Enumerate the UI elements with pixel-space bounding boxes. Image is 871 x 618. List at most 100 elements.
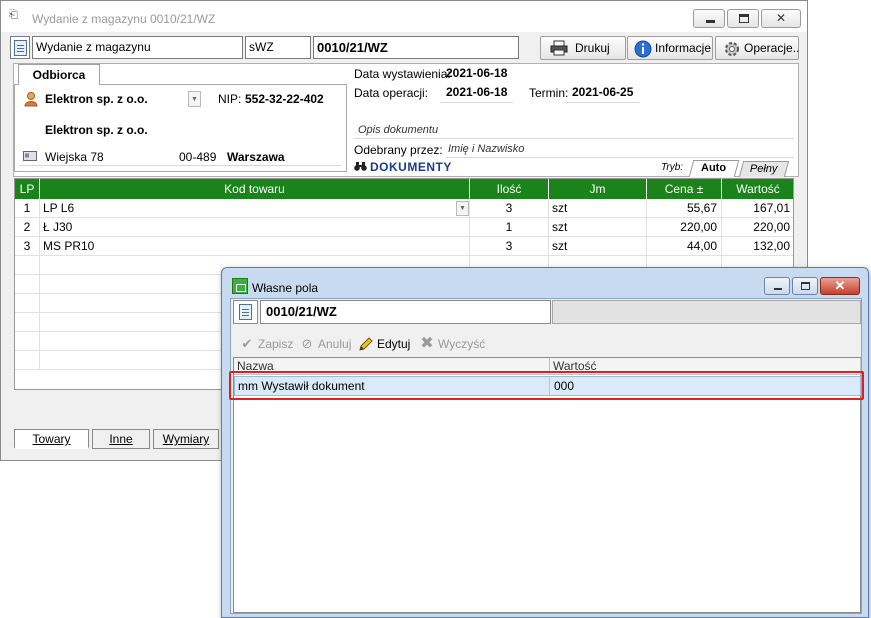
popup-close-button[interactable]: ✕ [820, 277, 860, 295]
empty-cell [15, 256, 40, 275]
clear-icon: ✖ [420, 335, 434, 352]
received-field[interactable]: Imię i Nazwisko [448, 143, 524, 155]
popup-maximize-button[interactable] [792, 277, 818, 295]
col-header-price[interactable]: Cena ± [647, 179, 722, 199]
row3-qty[interactable]: 3 [470, 237, 549, 256]
address-divider [19, 165, 341, 166]
empty-cell [15, 294, 40, 313]
col-header-value[interactable]: Wartość [722, 179, 793, 199]
col-header-unit[interactable]: Jm [549, 179, 647, 199]
row1-code-dropdown-icon[interactable]: ▼ [456, 201, 469, 216]
popup-doc-blank [552, 300, 861, 324]
empty-cell [15, 332, 40, 351]
col-header-code[interactable]: Kod towaru [40, 179, 470, 199]
minimize-icon [774, 288, 782, 290]
doc-type-icon-box [10, 36, 30, 59]
tab-goods[interactable]: Towary [14, 429, 89, 449]
issue-date[interactable]: 2021-06-18 [446, 66, 507, 80]
date-underline [441, 102, 513, 103]
person-icon [23, 91, 39, 110]
print-button[interactable]: Drukuj [540, 36, 626, 60]
close-button[interactable]: ✕ [761, 9, 801, 28]
info-label: Informacje [655, 41, 712, 55]
clear-button[interactable]: ✖ Wyczyść [419, 335, 485, 353]
maximize-button[interactable] [727, 9, 759, 28]
doc-type-field[interactable]: Wydanie z magazynu [32, 36, 243, 59]
empty-cell [15, 351, 40, 370]
postal-code: 00-489 [179, 150, 217, 164]
main-titlebar: ⎗ Wydanie z magazynu 0010/21/WZ ✕ [1, 1, 807, 32]
gear-icon [723, 40, 741, 56]
tab-mode-full[interactable]: Pełny [738, 161, 790, 177]
popup-doc-row: 0010/21/WZ [233, 300, 861, 324]
recipient-dropdown-icon[interactable]: ▼ [188, 91, 201, 107]
row2-unit[interactable]: szt [549, 218, 647, 237]
row2-price[interactable]: 220,00 [647, 218, 722, 237]
info-button[interactable]: Informacje [627, 36, 713, 60]
document-icon [14, 40, 27, 56]
popup-body: 0010/21/WZ ✔ Zapisz ⊘ Anuluj Edytuj ✖ Wy… [230, 298, 862, 614]
binoculars-icon [354, 161, 367, 175]
operations-button[interactable]: Operacje.. [715, 36, 799, 60]
popup-doc-number: 0010/21/WZ [260, 300, 551, 324]
recipient-name[interactable]: Elektron sp. z o.o. [45, 92, 148, 106]
tab-other[interactable]: Inne [92, 429, 150, 449]
popup-minimize-button[interactable] [764, 277, 790, 295]
recipient-panel: Elektron sp. z o.o. ▼ NIP: 552-32-22-402… [14, 84, 347, 172]
term-underline [567, 102, 639, 103]
empty-cell [15, 313, 40, 332]
custom-fields-icon [232, 278, 248, 294]
row1-price[interactable]: 55,67 [647, 199, 722, 218]
issue-date-label: Data wystawienia: [354, 67, 451, 81]
tab-mode-auto[interactable]: Auto [688, 160, 740, 177]
row2-code[interactable]: Ł J30 [40, 218, 470, 237]
minimize-button[interactable] [693, 9, 725, 28]
maximize-icon [801, 282, 810, 290]
row2-qty[interactable]: 1 [470, 218, 549, 237]
doc-number-field[interactable]: 0010/21/WZ [313, 36, 519, 59]
popup-title: Własne pola [252, 281, 319, 295]
row3-unit[interactable]: szt [549, 237, 647, 256]
cancel-icon: ⊘ [301, 336, 313, 351]
description-underline [354, 138, 794, 139]
description-field[interactable]: Opis dokumentu [358, 124, 438, 136]
term-date[interactable]: 2021-06-25 [572, 85, 633, 99]
checkmark-icon: ✔ [241, 336, 253, 351]
app-icon: ⎗ [9, 9, 18, 21]
row3-price[interactable]: 44,00 [647, 237, 722, 256]
documents-link[interactable]: DOKUMENTY [370, 160, 452, 174]
tab-recipient[interactable]: Odbiorca [18, 64, 100, 85]
row1-unit[interactable]: szt [549, 199, 647, 218]
edit-button[interactable]: Edytuj [358, 335, 410, 353]
maximize-icon [739, 14, 749, 23]
col-header-qty[interactable]: Ilość [470, 179, 549, 199]
received-label: Odebrany przez: [354, 143, 443, 157]
row1-lp: 1 [15, 199, 40, 218]
save-button[interactable]: ✔ Zapisz [239, 335, 294, 353]
popup-doc-icon-box [233, 300, 258, 324]
row1-qty[interactable]: 3 [470, 199, 549, 218]
nip-value: 552-32-22-402 [245, 92, 324, 106]
operation-date[interactable]: 2021-06-18 [446, 85, 507, 99]
minimize-icon [706, 20, 715, 23]
close-icon: ✕ [834, 278, 846, 293]
received-underline [446, 157, 794, 158]
cancel-button[interactable]: ⊘ Anuluj [299, 335, 352, 353]
pencil-icon [358, 337, 374, 351]
row1-value[interactable]: 167,01 [722, 199, 793, 218]
row3-value[interactable]: 132,00 [722, 237, 793, 256]
city: Warszawa [227, 150, 285, 164]
col-header-lp[interactable]: LP [15, 179, 40, 199]
close-icon: ✕ [775, 11, 787, 25]
tab-dimensions[interactable]: Wymiary [153, 429, 219, 449]
highlight-frame [229, 371, 864, 400]
empty-cell [15, 275, 40, 294]
row2-lp: 2 [15, 218, 40, 237]
document-icon [239, 304, 252, 320]
row3-code[interactable]: MS PR10 [40, 237, 470, 256]
series-field[interactable]: sWZ [245, 36, 311, 59]
row1-code[interactable]: LP L6 [40, 199, 470, 218]
row2-value[interactable]: 220,00 [722, 218, 793, 237]
address-card-icon [23, 150, 37, 164]
print-label: Drukuj [575, 41, 610, 55]
